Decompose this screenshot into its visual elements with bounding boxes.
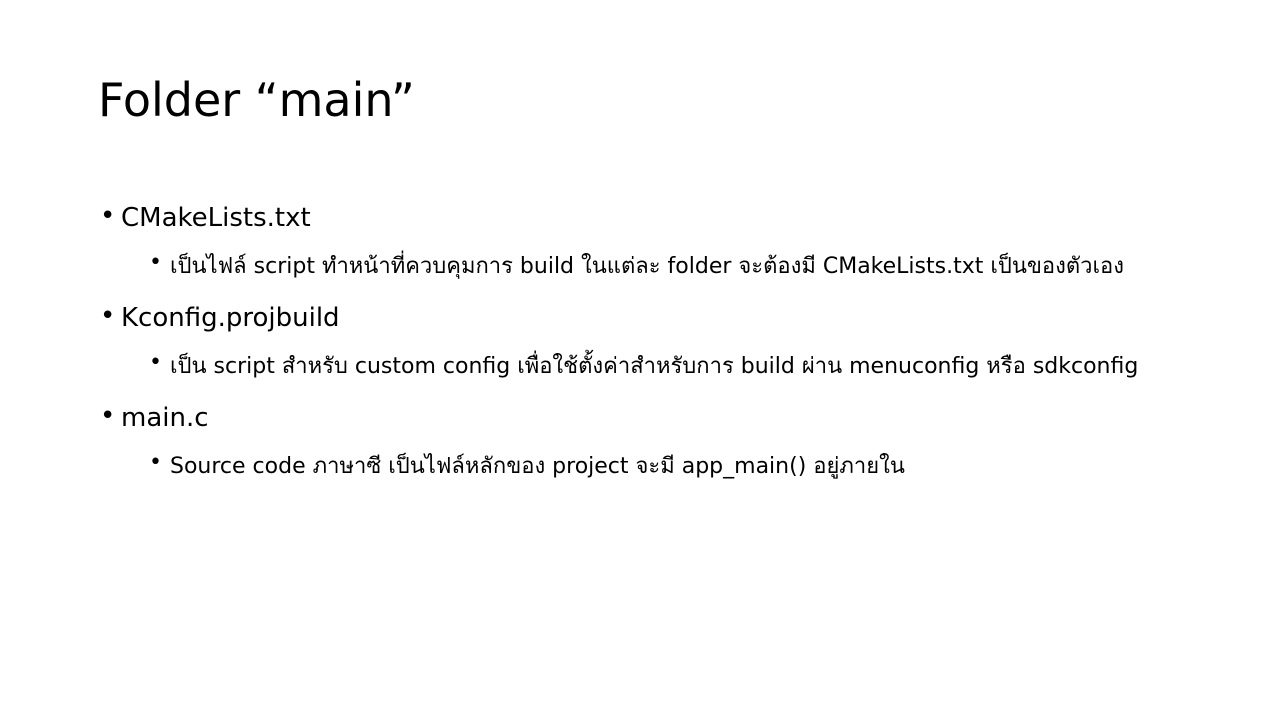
bullet-item-kconfig: • Kconfig.projbuild • เป็น script สำหรับ… [100, 296, 1180, 390]
bullet-item-main-c: • main.c • Source code ภาษาซี เป็นไฟล์หล… [100, 396, 1180, 490]
sub-bullet-item: • Source code ภาษาซี เป็นไฟล์หลักของ pro… [121, 444, 1180, 490]
bullet-dot: • [100, 201, 116, 231]
sub-bullet-text: Source code ภาษาซี เป็นไฟล์หลักของ proje… [170, 454, 905, 479]
bullet-label: CMakeLists.txt [121, 203, 311, 233]
bullet-dot: • [100, 301, 116, 331]
bullet-list: • CMakeLists.txt • เป็นไฟล์ script ทำหน้… [100, 196, 1180, 496]
sub-bullet-list: • Source code ภาษาซี เป็นไฟล์หลักของ pro… [121, 444, 1180, 490]
sub-bullet-list: • เป็น script สำหรับ custom config เพื่อ… [121, 344, 1180, 390]
sub-bullet-text: เป็น script สำหรับ custom config เพื่อใช… [170, 354, 1139, 379]
sub-bullet-item: • เป็นไฟล์ script ทำหน้าที่ควบคุมการ bui… [121, 244, 1180, 290]
slide: Folder “main” • CMakeLists.txt • เป็นไฟล… [0, 0, 1280, 720]
bullet-item-cmakelists: • CMakeLists.txt • เป็นไฟล์ script ทำหน้… [100, 196, 1180, 290]
bullet-label: main.c [121, 403, 209, 433]
sub-bullet-dot: • [149, 350, 162, 375]
slide-title: Folder “main” [98, 73, 415, 127]
sub-bullet-text: เป็นไฟล์ script ทำหน้าที่ควบคุมการ build… [170, 254, 1124, 279]
bullet-dot: • [100, 401, 116, 431]
bullet-label: Kconfig.projbuild [121, 303, 340, 333]
sub-bullet-dot: • [149, 250, 162, 275]
sub-bullet-item: • เป็น script สำหรับ custom config เพื่อ… [121, 344, 1180, 390]
sub-bullet-list: • เป็นไฟล์ script ทำหน้าที่ควบคุมการ bui… [121, 244, 1180, 290]
sub-bullet-dot: • [149, 450, 162, 475]
